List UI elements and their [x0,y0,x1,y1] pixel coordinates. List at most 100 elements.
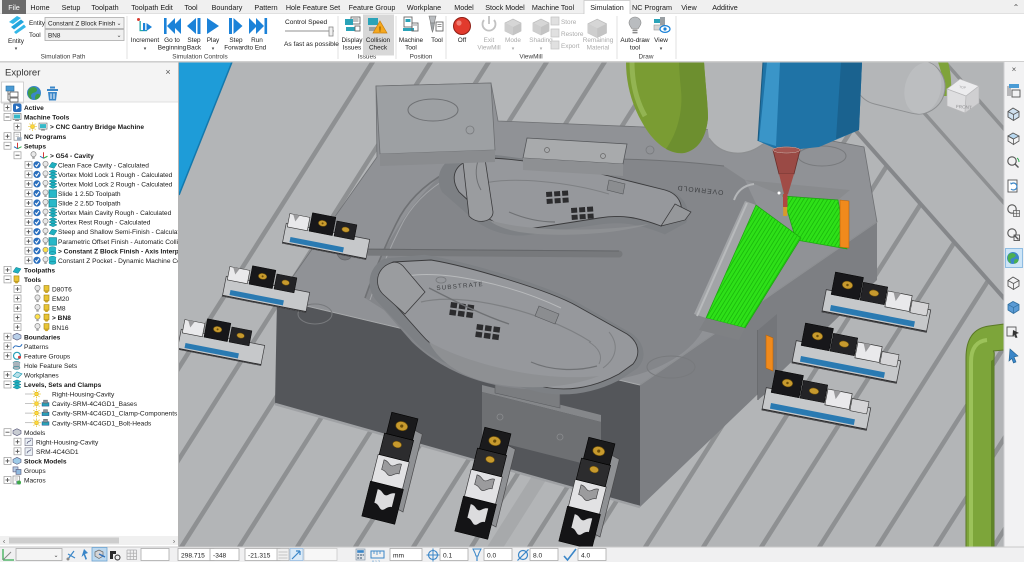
svg-text:Remaining: Remaining [583,37,614,44]
svg-text:Stock Model: Stock Model [485,3,525,12]
svg-text:Toolpath Edit: Toolpath Edit [131,3,173,12]
svg-text:Right-Housing-Cavity: Right-Housing-Cavity [36,439,99,446]
svg-text:Workplanes: Workplanes [24,373,59,380]
svg-text:Collision: Collision [366,37,391,44]
svg-text:Additive: Additive [712,3,738,12]
svg-text:Material: Material [587,45,610,52]
svg-text:EM20: EM20 [52,296,70,303]
svg-text:Off: Off [458,37,467,44]
svg-text:Slide 1 2.5D Toolpath: Slide 1 2.5D Toolpath [58,191,121,198]
svg-text:Simulation Controls: Simulation Controls [172,54,227,61]
svg-text:Feature Groups: Feature Groups [24,353,71,360]
svg-text:Check: Check [369,45,388,52]
svg-text:EM8: EM8 [52,306,66,313]
svg-text:Patterns: Patterns [24,344,49,351]
svg-text:Step: Step [187,37,201,44]
svg-text:Simulation: Simulation [590,3,624,12]
svg-text:Parametric Offset Finish - Aut: Parametric Offset Finish - Automatic Col… [58,239,179,246]
svg-text:-348: -348 [213,553,227,560]
svg-text:NC Programs: NC Programs [24,134,66,141]
svg-text:mm: mm [393,553,404,560]
svg-text:Tools: Tools [24,277,41,284]
svg-text:Restore: Restore [561,31,584,38]
svg-text:Hole Feature Sets: Hole Feature Sets [24,363,78,370]
svg-text:Groups: Groups [24,468,46,475]
svg-text:⌃: ⌃ [1013,3,1020,12]
svg-text:Vortex Mold Lock 2 Rough - Cal: Vortex Mold Lock 2 Rough - Calculated [58,182,173,189]
svg-text:Constant Z Block Finish: Constant Z Block Finish [48,21,116,28]
svg-text:Cavity-SRM-4C4GD1_Bases: Cavity-SRM-4C4GD1_Bases [52,401,138,408]
svg-text:ViewMill: ViewMill [477,45,500,52]
svg-text:Exit: Exit [484,37,495,44]
svg-text:Position: Position [410,54,433,61]
svg-text:Setups: Setups [24,143,46,150]
svg-text:Steep and Shallow Semi-Finish: Steep and Shallow Semi-Finish - Calculat… [58,229,183,236]
svg-text:×: × [1012,65,1017,74]
svg-text:Machine: Machine [399,37,424,44]
svg-text:Vortex Rest Rough - Calculated: Vortex Rest Rough - Calculated [58,220,151,227]
svg-text:File: File [8,3,20,12]
svg-text:Machine Tool: Machine Tool [532,3,575,12]
svg-text:Toolpaths: Toolpaths [24,268,55,275]
svg-text:Tool: Tool [184,3,198,12]
svg-text:Home: Home [30,3,49,12]
svg-text:Run: Run [251,37,263,44]
svg-text:Slide 2 2.5D Toolpath: Slide 2 2.5D Toolpath [58,201,121,208]
svg-text:⌄: ⌄ [53,553,58,559]
svg-text:Vortex Main Cavity Rough - Cal: Vortex Main Cavity Rough - Calculated [58,210,172,217]
svg-text:BN16: BN16 [52,325,69,332]
svg-text:Forward: Forward [224,45,248,52]
svg-text:Clean Face Cavity - Calculated: Clean Face Cavity - Calculated [58,162,149,169]
svg-text:> CNC Gantry Bridge Machine: > CNC Gantry Bridge Machine [50,124,144,131]
svg-text:Go to: Go to [164,37,180,44]
svg-text:Hole Feature Set: Hole Feature Set [286,3,340,12]
svg-text:Tool: Tool [431,37,443,44]
svg-text:Pattern: Pattern [254,3,277,12]
svg-text:-21.315: -21.315 [248,553,271,560]
svg-text:Workplane: Workplane [407,3,441,12]
svg-text:Feature Group: Feature Group [349,3,396,12]
svg-text:Export: Export [561,43,580,50]
svg-text:ViewMill: ViewMill [519,54,542,61]
svg-text:Machine Tools: Machine Tools [24,115,70,122]
svg-text:Models: Models [24,430,46,437]
svg-text:> G54 - Cavity: > G54 - Cavity [50,153,94,160]
svg-text:Draw: Draw [639,54,654,61]
svg-text:Active: Active [24,105,44,112]
svg-text:Issues: Issues [343,45,361,52]
svg-text:Cavity-SRM-4C4GD1_Clamp-Compon: Cavity-SRM-4C4GD1_Clamp-Components [52,411,178,418]
svg-text:Simulation Path: Simulation Path [41,54,86,61]
svg-text:298.715: 298.715 [181,553,205,560]
svg-text:View: View [654,37,668,44]
svg-text:NC Program: NC Program [632,3,672,12]
svg-text:Play: Play [207,37,220,44]
svg-text:Explorer: Explorer [5,68,40,79]
svg-text:Cavity-SRM-4C4GD1_Bolt-Heads: Cavity-SRM-4C4GD1_Bolt-Heads [52,420,152,427]
svg-text:> Constant Z Block Finish - Ax: > Constant Z Block Finish - Axis Interpo… [58,248,185,255]
svg-text:Vortex Mold Lock 1 Rough - Cal: Vortex Mold Lock 1 Rough - Calculated [58,172,173,179]
svg-text:4.0: 4.0 [581,553,590,560]
svg-text:Entity: Entity [29,20,46,27]
svg-text:0.0: 0.0 [487,553,496,560]
svg-text:> BN8: > BN8 [52,315,71,322]
svg-text:Display: Display [342,37,364,44]
svg-text:D80T6: D80T6 [52,287,72,294]
svg-text:Store: Store [561,19,577,26]
svg-text:Auto-draw: Auto-draw [620,37,650,44]
svg-text:Constant Z Pocket - Dynamic Ma: Constant Z Pocket - Dynamic Machine Co [58,258,181,265]
svg-text:Increment: Increment [131,37,160,44]
svg-text:⌄: ⌄ [116,21,121,27]
svg-text:!: ! [379,25,382,34]
svg-text:Levels, Sets and Clamps: Levels, Sets and Clamps [24,382,102,389]
svg-text:Control Speed: Control Speed [285,19,327,26]
svg-text:Model: Model [454,3,474,12]
svg-text:BN8: BN8 [48,33,61,40]
svg-text:SRM-4C4GD1: SRM-4C4GD1 [36,449,79,456]
svg-text:Boundary: Boundary [212,3,243,12]
svg-text:Macros: Macros [24,478,46,485]
svg-text:Beginning: Beginning [158,45,187,52]
svg-text:Tool: Tool [29,32,41,39]
svg-text:Shading: Shading [529,37,553,44]
svg-text:Tool: Tool [405,45,417,52]
svg-text:View: View [681,3,697,12]
